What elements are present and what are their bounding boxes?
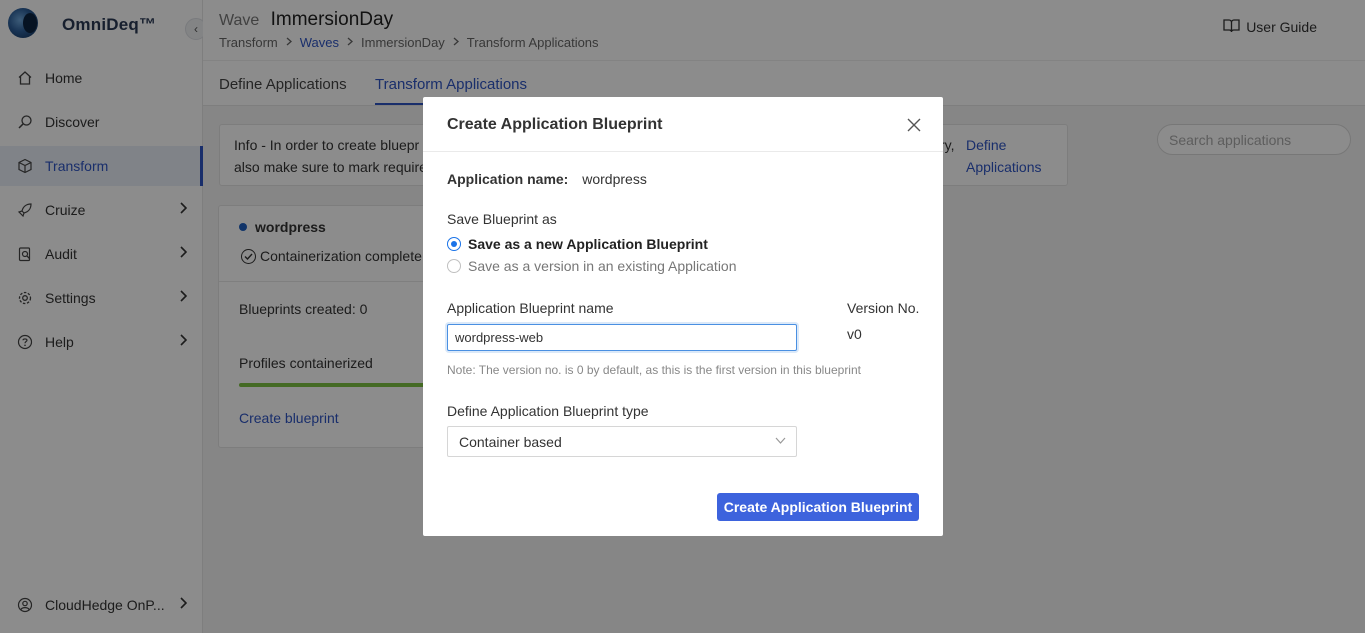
version-value: v0	[847, 326, 862, 342]
dialog-title: Create Application Blueprint	[447, 116, 663, 133]
save-as-new-label: Save as a new Application Blueprint	[468, 236, 708, 252]
close-icon[interactable]	[907, 118, 923, 134]
blueprint-name-input[interactable]	[447, 324, 797, 351]
blueprint-type-select[interactable]: Container based	[447, 426, 797, 457]
save-as-version-option[interactable]: Save as a version in an existing Applica…	[447, 258, 737, 274]
application-name-row: Application name: wordpress	[447, 171, 647, 187]
save-as-new-option[interactable]: Save as a new Application Blueprint	[447, 236, 708, 252]
radio-checked[interactable]	[447, 237, 461, 251]
blueprint-type-label: Define Application Blueprint type	[447, 403, 649, 419]
version-label: Version No.	[847, 300, 920, 316]
blueprint-name-label: Application Blueprint name	[447, 300, 614, 316]
save-as-label: Save Blueprint as	[447, 211, 557, 227]
chevron-down-icon	[775, 435, 786, 447]
application-name-value: wordpress	[582, 171, 647, 187]
dialog-header: Create Application Blueprint	[423, 97, 943, 152]
application-name-label: Application name:	[447, 171, 569, 187]
radio-unchecked[interactable]	[447, 259, 461, 273]
version-note: Note: The version no. is 0 by default, a…	[447, 363, 861, 377]
create-blueprint-button[interactable]: Create Application Blueprint	[717, 493, 919, 521]
save-as-version-label: Save as a version in an existing Applica…	[468, 258, 737, 274]
create-blueprint-dialog: Create Application Blueprint Application…	[423, 97, 943, 536]
blueprint-type-value: Container based	[459, 434, 562, 450]
